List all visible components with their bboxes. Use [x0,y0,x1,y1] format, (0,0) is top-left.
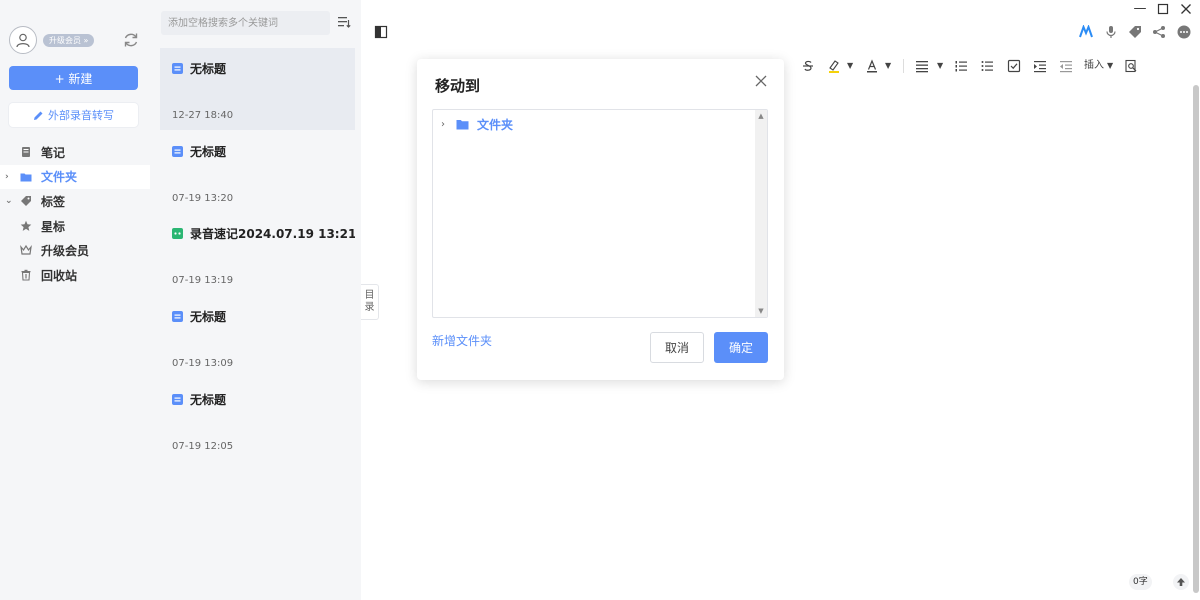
note-card[interactable]: 无标题 07-19 12:05 [160,379,355,461]
scroll-down-icon[interactable]: ▼ [755,305,767,317]
sidebar-item-label: 笔记 [41,145,66,160]
ordered-list-icon[interactable] [954,59,968,73]
folder-icon [20,173,32,182]
tag-icon[interactable] [1128,25,1142,39]
close-window-icon[interactable] [1179,2,1193,16]
search-input[interactable] [161,11,330,35]
doc-icon [172,394,183,405]
ai-icon[interactable] [1079,25,1093,39]
trash-icon [21,269,31,281]
font-color-dropdown-icon[interactable]: ▼ [885,59,891,73]
align-dropdown-icon[interactable]: ▼ [937,59,943,73]
tree-item-folder[interactable]: › 文件夹 [441,116,513,133]
sidebar-item-notes[interactable]: 笔记 [0,140,150,165]
tree-item-label: 文件夹 [477,118,514,132]
scroll-top-button[interactable] [1173,574,1189,590]
doc-icon [172,63,183,74]
user-icon [16,33,30,48]
scroll-up-icon[interactable]: ▲ [755,110,767,122]
sync-icon[interactable] [122,31,140,49]
note-title: 无标题 [190,393,227,407]
microphone-icon[interactable] [1104,25,1118,39]
note-list: 无标题 12-27 18:40 无标题 07-19 13:20 录音速记2024… [150,0,378,600]
insert-menu[interactable]: 插入 [1084,59,1104,73]
sidebar-item-starred[interactable]: 星标 [0,214,150,239]
cancel-button[interactable]: 取消 [650,332,704,363]
note-card[interactable]: 无标题 07-19 13:20 [160,131,355,213]
sidebar-item-label: 标签 [41,194,66,209]
editor-scrollbar[interactable] [1193,85,1199,593]
note-time: 07-19 13:20 [172,193,234,204]
vip-badge[interactable]: 升级会员 » [43,34,95,47]
note-card[interactable]: 无标题 12-27 18:40 [160,48,355,130]
chevron-right-icon[interactable]: › [441,119,451,130]
indent-icon[interactable] [1033,59,1047,73]
folder-icon [456,120,469,130]
external-transcribe-button[interactable]: 外部录音转写 [9,103,138,127]
sidebar: 升级会员 » + 新建 外部录音转写 笔记 › 文件夹 ⌄ 标签 星标 升级会员… [0,0,150,600]
close-icon[interactable] [754,74,768,88]
strikethrough-icon[interactable] [801,59,815,73]
toc-tab[interactable]: 目录 [361,284,379,320]
chevron-down-icon[interactable]: ⌄ [5,195,13,207]
note-title: 录音速记2024.07.19 13:21:13 [190,227,378,241]
folder-tree: › 文件夹 ▲ ▼ [432,109,768,318]
sidebar-item-label: 文件夹 [41,170,78,185]
crown-icon [20,245,32,255]
note-card[interactable]: 无标题 07-19 13:09 [160,296,355,378]
note-time: 07-19 13:19 [172,275,234,286]
more-icon[interactable] [1177,25,1191,39]
note-title: 无标题 [190,145,227,159]
sidebar-item-trash[interactable]: 回收站 [0,263,150,288]
confirm-button[interactable]: 确定 [714,332,768,363]
star-icon [20,220,32,231]
dialog-title: 移动到 [435,77,481,95]
sidebar-item-folders[interactable]: › 文件夹 [0,164,150,190]
tag-icon [21,196,31,207]
find-replace-icon[interactable] [1124,59,1138,73]
outdent-icon[interactable] [1059,59,1073,73]
font-color-icon[interactable] [865,59,879,73]
checkbox-icon[interactable] [1007,59,1021,73]
note-time: 12-27 18:40 [172,110,234,121]
share-icon[interactable] [1152,25,1166,39]
new-note-button[interactable]: + 新建 [9,66,138,90]
sidebar-item-label: 升级会员 [41,244,90,259]
highlight-dropdown-icon[interactable]: ▼ [847,59,853,73]
new-folder-link[interactable]: 新增文件夹 [432,332,492,349]
insert-dropdown-icon[interactable]: ▼ [1107,59,1113,73]
bullet-list-icon[interactable] [980,59,994,73]
sidebar-item-label: 回收站 [41,268,78,283]
align-icon[interactable] [915,59,929,73]
sort-icon[interactable] [336,14,352,30]
avatar[interactable] [9,26,37,54]
note-icon [22,147,30,157]
sidebar-item-upgrade[interactable]: 升级会员 [0,238,150,263]
minimize-icon[interactable]: — [1133,2,1147,16]
word-count: 0字 [1129,574,1152,590]
doc-icon [172,311,183,322]
external-transcribe-label: 外部录音转写 [48,109,114,122]
doc-icon [172,146,183,157]
toolbar-divider [903,59,904,73]
sidebar-item-tags[interactable]: ⌄ 标签 [0,189,150,214]
note-time: 07-19 13:09 [172,358,234,369]
maximize-icon[interactable] [1156,2,1170,16]
arrow-up-icon [1177,578,1185,586]
highlight-icon[interactable] [827,59,841,73]
note-card[interactable]: 录音速记2024.07.19 13:21:13 07-19 13:19 [160,213,378,295]
audio-note-icon [172,228,183,239]
pencil-icon [34,111,43,120]
sidebar-item-label: 星标 [41,219,66,234]
tree-scrollbar[interactable]: ▲ ▼ [755,110,767,317]
chevron-right-icon[interactable]: › [5,171,13,183]
note-title: 无标题 [190,62,227,76]
note-time: 07-19 12:05 [172,441,234,452]
note-title: 无标题 [190,310,227,324]
panel-toggle-icon[interactable] [374,25,388,39]
sidebar-nav: 笔记 › 文件夹 ⌄ 标签 星标 升级会员 回收站 [0,140,150,288]
move-to-dialog: 移动到 › 文件夹 ▲ ▼ 新增文件夹 取消 确定 [417,59,784,380]
